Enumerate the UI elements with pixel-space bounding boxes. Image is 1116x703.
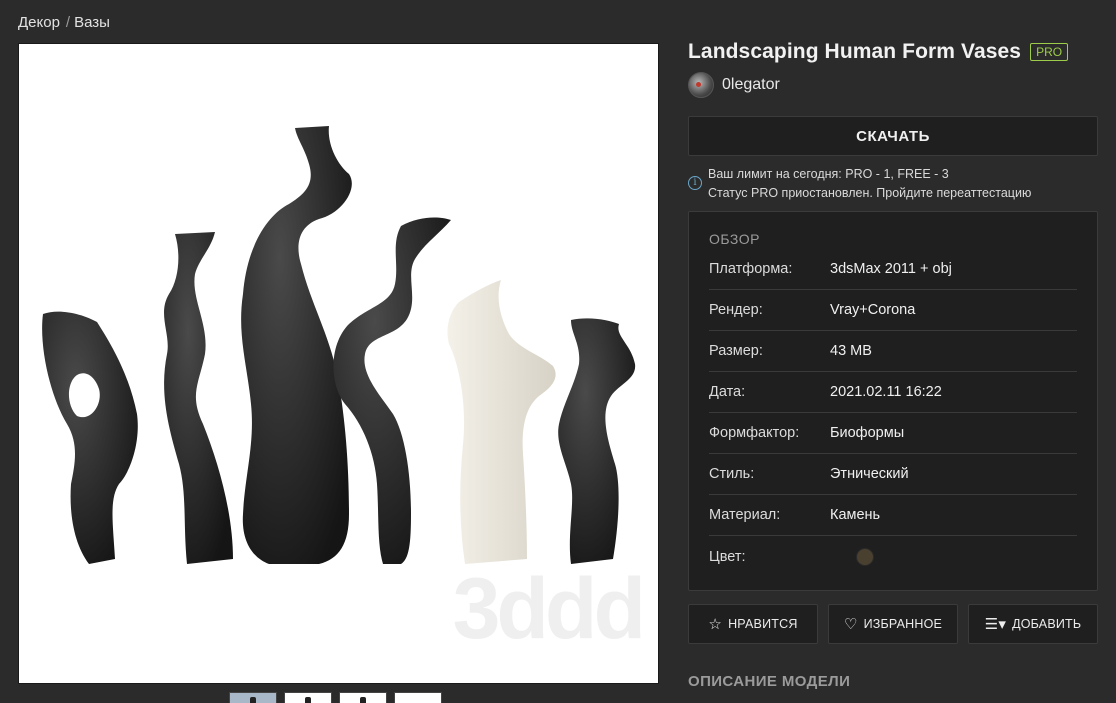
avatar[interactable] — [688, 72, 714, 98]
overview-row-platform: Платформа: 3dsMax 2011 + obj — [709, 249, 1077, 290]
row-label: Размер: — [709, 343, 763, 359]
add-button[interactable]: ☰▾ ДОБАВИТЬ — [968, 604, 1098, 644]
limit-notice: i Ваш лимит на сегодня: PRO - 1, FREE - … — [688, 165, 1098, 203]
author-name[interactable]: 0legator — [722, 76, 780, 94]
row-value: 3dsMax 2011 + obj — [830, 261, 952, 277]
thumbnail[interactable] — [284, 692, 332, 703]
vase-1 — [42, 311, 138, 564]
favorite-label: ИЗБРАННОЕ — [863, 617, 943, 631]
row-value[interactable]: Биоформы — [830, 425, 904, 441]
watermark-logo: 3ddd — [452, 561, 646, 657]
limit-line-1: Ваш лимит на сегодня: PRO - 1, FREE - 3 — [708, 167, 949, 181]
info-icon: i — [688, 176, 702, 190]
row-label: Стиль: — [709, 466, 755, 482]
description-title: ОПИСАНИЕ МОДЕЛИ — [688, 673, 851, 690]
star-icon: ☆ — [708, 615, 723, 633]
download-button[interactable]: СКАЧАТЬ — [688, 116, 1098, 156]
breadcrumb-separator: / — [65, 14, 71, 31]
overview-row-render: Рендер: Vray+Corona — [709, 290, 1077, 331]
row-label: Цвет: — [709, 548, 746, 565]
row-label: Дата: — [709, 384, 746, 400]
thumbnail[interactable] — [394, 692, 442, 703]
vase-3 — [241, 126, 352, 564]
favorite-button[interactable]: ♡ ИЗБРАННОЕ — [828, 604, 958, 644]
action-buttons: ☆ НРАВИТСЯ ♡ ИЗБРАННОЕ ☰▾ ДОБАВИТЬ — [688, 604, 1098, 644]
row-value: 2021.02.11 16:22 — [830, 384, 942, 400]
thumbnail[interactable] — [339, 692, 387, 703]
add-label: ДОБАВИТЬ — [1012, 617, 1082, 631]
vase-2 — [164, 232, 233, 564]
overview-row-formfactor: Формфактор: Биоформы — [709, 413, 1077, 454]
vase-4 — [333, 217, 451, 565]
color-swatch[interactable] — [856, 547, 874, 566]
thumbnail-strip — [229, 692, 442, 703]
vase-6 — [558, 318, 636, 564]
product-title: Landscaping Human Form Vases — [688, 40, 1022, 63]
row-label: Материал: — [709, 507, 781, 523]
row-value[interactable]: Этнический — [830, 466, 909, 482]
row-label: Рендер: — [709, 302, 763, 318]
breadcrumb-vases[interactable]: Вазы — [74, 14, 110, 31]
overview-row-material: Материал: Камень — [709, 495, 1077, 536]
thumbnail[interactable] — [229, 692, 277, 703]
overview-row-style: Стиль: Этнический — [709, 454, 1077, 495]
overview-row-color: Цвет: — [709, 536, 1077, 577]
like-button[interactable]: ☆ НРАВИТСЯ — [688, 604, 818, 644]
list-dropdown-icon: ☰▾ — [984, 615, 1007, 633]
breadcrumb-decor[interactable]: Декор — [18, 14, 60, 31]
limit-line-2: Статус PRO приостановлен. Пройдите переа… — [708, 186, 1032, 200]
heart-icon: ♡ — [843, 615, 858, 633]
row-value: 43 MB — [830, 343, 872, 359]
overview-row-date: Дата: 2021.02.11 16:22 — [709, 372, 1077, 413]
like-label: НРАВИТСЯ — [728, 617, 798, 631]
row-value[interactable]: Vray+Corona — [830, 302, 915, 318]
author-link[interactable]: 0legator — [688, 71, 1098, 99]
product-info-panel: Landscaping Human Form Vases PRO 0legato… — [688, 40, 1098, 690]
overview-row-size: Размер: 43 MB — [709, 331, 1077, 372]
row-label: Формфактор: — [709, 425, 800, 441]
breadcrumb: Декор / Вазы — [18, 14, 110, 31]
overview-panel: ОБЗОР Платформа: 3dsMax 2011 + obj Ренде… — [688, 211, 1098, 591]
product-preview-image[interactable]: 3ddd — [18, 43, 659, 684]
row-label: Платформа: — [709, 261, 793, 277]
overview-title: ОБЗОР — [709, 231, 760, 247]
row-value[interactable]: Камень — [830, 507, 880, 523]
vase-5 — [447, 280, 556, 564]
pro-badge: PRO — [1030, 43, 1069, 61]
